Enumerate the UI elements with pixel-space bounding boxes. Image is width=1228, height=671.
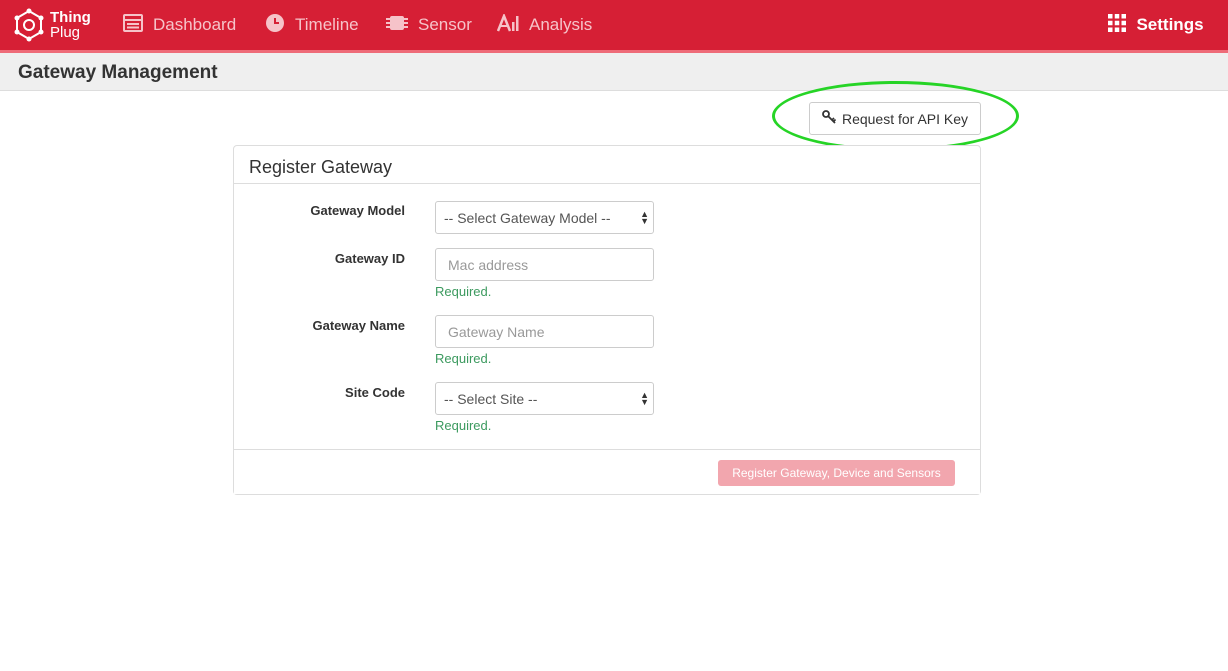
nav-dashboard-label: Dashboard: [153, 15, 237, 34]
nav-settings-label: Settings: [1136, 15, 1204, 34]
site-code-select[interactable]: -- Select Site -- ▲ ▼: [435, 382, 654, 415]
brand-text: Thing Plug: [50, 10, 91, 40]
page-header: Gateway Management: [0, 53, 1228, 91]
panel-title: Register Gateway: [234, 146, 980, 184]
gateway-name-label: Gateway Name: [312, 318, 406, 333]
gateway-id-help: Required.: [435, 284, 492, 299]
register-gateway-button[interactable]: Register Gateway, Device and Sensors: [718, 460, 955, 486]
nav-sensor-label: Sensor: [418, 15, 472, 34]
site-code-label: Site Code: [345, 385, 405, 400]
nav-settings[interactable]: Settings: [1096, 0, 1216, 53]
nav-timeline-label: Timeline: [295, 15, 359, 34]
nav-sensor[interactable]: Sensor: [386, 0, 472, 50]
clock-icon: [265, 13, 295, 38]
brand-line2: Plug: [50, 24, 81, 41]
brand-logo[interactable]: Thing Plug: [12, 6, 91, 44]
panel-footer: Register Gateway, Device and Sensors: [234, 449, 980, 494]
site-code-value: -- Select Site --: [444, 390, 538, 407]
nav-analysis[interactable]: Analysis: [496, 0, 593, 50]
gateway-id-placeholder: Mac address: [448, 256, 529, 273]
gateway-model-select[interactable]: -- Select Gateway Model -- ▲ ▼: [435, 201, 654, 234]
page-title: Gateway Management: [18, 62, 218, 83]
site-code-help: Required.: [435, 418, 492, 433]
nav-dashboard[interactable]: Dashboard: [123, 0, 236, 50]
nav-analysis-label: Analysis: [529, 15, 593, 34]
thingplug-logo-icon: [12, 8, 46, 42]
request-api-key-button[interactable]: Request for API Key: [809, 102, 981, 135]
gateway-name-input[interactable]: Gateway Name: [435, 315, 654, 348]
register-gateway-panel: Register Gateway Gateway Model -- Select…: [233, 145, 981, 495]
request-api-key-label: Request for API Key: [841, 110, 969, 127]
gateway-name-help: Required.: [435, 351, 492, 366]
chip-icon: [386, 14, 418, 37]
dashboard-icon: [123, 13, 153, 37]
select-arrows-icon: ▲ ▼: [640, 389, 649, 407]
grid-icon: [1108, 13, 1136, 37]
select-arrows-icon: ▲ ▼: [640, 208, 649, 226]
chart-icon: [496, 12, 529, 37]
gateway-id-label: Gateway ID: [334, 251, 405, 266]
gateway-model-label: Gateway Model: [310, 203, 405, 218]
key-icon: [822, 110, 842, 127]
gateway-name-placeholder: Gateway Name: [448, 323, 545, 340]
gateway-model-value: -- Select Gateway Model --: [444, 209, 611, 226]
top-navbar: Thing Plug Dashboard Timeline Sensor Ana…: [0, 0, 1228, 53]
nav-timeline[interactable]: Timeline: [265, 0, 359, 50]
gateway-id-input[interactable]: Mac address: [435, 248, 654, 281]
